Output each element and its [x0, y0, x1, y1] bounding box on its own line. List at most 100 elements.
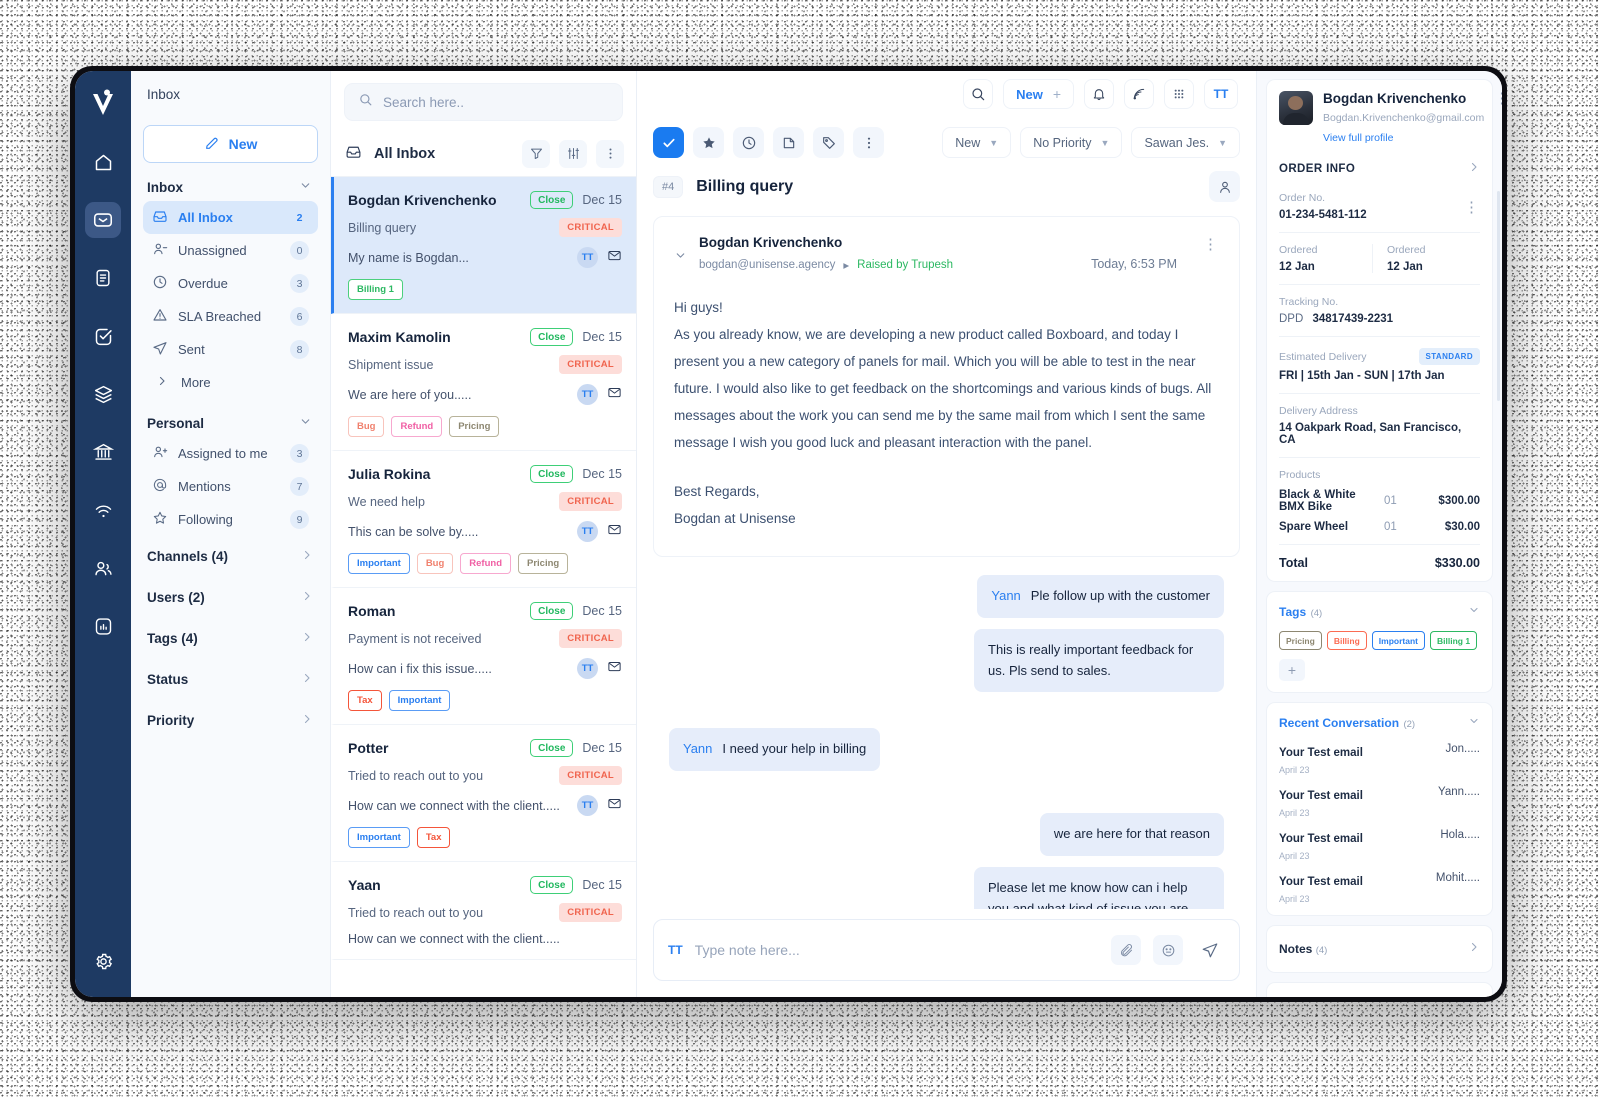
check-icon[interactable]: [653, 127, 684, 158]
sidebar-item-mail[interactable]: [85, 202, 121, 238]
sidebar-item-all-inbox[interactable]: All Inbox 2: [143, 201, 318, 234]
sidebar-item-documents[interactable]: [85, 260, 121, 296]
user-avatar[interactable]: TT: [1204, 79, 1238, 109]
tag-chip[interactable]: Billing 1: [1430, 631, 1478, 650]
conv-status-badge[interactable]: Close: [530, 191, 574, 209]
sidebar-section-priority[interactable]: Priority: [143, 700, 318, 741]
conv-tag[interactable]: Refund: [460, 553, 511, 574]
sidebar-section-users[interactable]: Users (2): [143, 577, 318, 618]
inbox-group-header[interactable]: Inbox: [143, 163, 318, 201]
send-icon[interactable]: [1195, 935, 1225, 965]
priority-select[interactable]: No Priority ▼: [1020, 127, 1123, 158]
conversation-list-item[interactable]: Julia Rokina Close Dec 15 We need help C…: [331, 451, 636, 588]
personal-group-header[interactable]: Personal: [143, 399, 318, 437]
conv-tag[interactable]: Important: [388, 690, 451, 711]
recent-conversation-header[interactable]: Recent Conversation (2): [1279, 714, 1480, 732]
conv-row-top: Potter Close Dec 15: [348, 739, 622, 757]
sidebar-item-overdue[interactable]: Overdue 3: [143, 267, 318, 300]
conv-tag[interactable]: Billing 1: [348, 279, 403, 300]
settings-gear-icon[interactable]: [85, 943, 121, 979]
tag-chip[interactable]: Pricing: [1279, 631, 1322, 650]
broadcast-icon[interactable]: [1124, 79, 1154, 109]
sidebar-item-contacts[interactable]: [85, 550, 121, 586]
header-new-button[interactable]: New +: [1003, 79, 1074, 109]
sidebar-item-following[interactable]: Following 9: [143, 503, 318, 536]
sidebar-item-billing[interactable]: [85, 434, 121, 470]
conversation-list-item[interactable]: Bogdan Krivenchenko Close Dec 15 Billing…: [331, 177, 636, 314]
sidebar-section-channels[interactable]: Channels (4): [143, 536, 318, 577]
search-icon[interactable]: [963, 79, 994, 109]
add-tag-button[interactable]: +: [1279, 659, 1305, 681]
recent-conversation-item[interactable]: Your Test email April 23 Yann.....: [1279, 786, 1480, 818]
view-full-profile-link[interactable]: View full profile: [1323, 132, 1484, 144]
recent-conversation-item[interactable]: Your Test email April 23 Mohit.....: [1279, 872, 1480, 904]
sidebar-item-assigned-to-me[interactable]: Assigned to me 3: [143, 437, 318, 470]
sidebar-item-sent[interactable]: Sent 8: [143, 333, 318, 366]
assignee-select[interactable]: Sawan Jes. ▼: [1131, 127, 1240, 158]
conv-tag[interactable]: Bug: [416, 553, 454, 574]
conversation-list-item[interactable]: Yaan Close Dec 15 Tried to reach out to …: [331, 862, 636, 960]
conv-tag[interactable]: Tax: [348, 690, 382, 711]
search-input[interactable]: [383, 94, 609, 110]
task-card[interactable]: Task (7): [1266, 982, 1493, 997]
sidebar-section-tags[interactable]: Tags (4): [143, 618, 318, 659]
bell-icon[interactable]: [1084, 79, 1114, 109]
sidebar-item-sla-breached[interactable]: SLA Breached 6: [143, 300, 318, 333]
conv-tag[interactable]: Pricing: [518, 553, 569, 574]
conv-tag[interactable]: Important: [348, 827, 410, 848]
attachment-icon[interactable]: [1111, 935, 1141, 965]
conversation-list-item[interactable]: Potter Close Dec 15 Tried to reach out t…: [331, 725, 636, 862]
note-input[interactable]: [694, 942, 1099, 958]
tag-chip[interactable]: Important: [1371, 631, 1425, 650]
sort-settings-icon[interactable]: [559, 139, 587, 168]
more-vertical-icon[interactable]: [853, 127, 884, 158]
sidebar-item-more[interactable]: More: [143, 366, 318, 399]
conv-tag[interactable]: Refund: [391, 416, 443, 437]
conversation-list-item[interactable]: Roman Close Dec 15 Payment is not receiv…: [331, 588, 636, 725]
tag-chip[interactable]: Billing: [1326, 631, 1367, 650]
conversation-list-item[interactable]: Maxim Kamolin Close Dec 15 Shipment issu…: [331, 314, 636, 451]
sidebar-item-tasks[interactable]: [85, 318, 121, 354]
conv-status-badge[interactable]: Close: [530, 739, 574, 757]
recent-conversation-item[interactable]: Your Test email April 23 Jon.....: [1279, 743, 1480, 775]
more-vertical-icon[interactable]: ⋮: [1464, 200, 1480, 215]
conv-status-badge[interactable]: Close: [530, 602, 574, 620]
search-box[interactable]: [344, 83, 623, 121]
order-info-header[interactable]: ORDER INFO: [1279, 160, 1480, 178]
tracking-block: Tracking No. DPD 34817439-2231: [1279, 296, 1480, 325]
status-select[interactable]: New ▼: [942, 127, 1012, 158]
scrollbar[interactable]: [1497, 191, 1500, 401]
conv-status-badge[interactable]: Close: [530, 328, 574, 346]
sidebar-item-layers[interactable]: [85, 376, 121, 412]
sidebar-item-home[interactable]: [85, 144, 121, 180]
conv-tag[interactable]: Tax: [416, 827, 451, 848]
apps-grid-icon[interactable]: [1164, 79, 1194, 109]
conv-tag[interactable]: Pricing: [449, 416, 500, 437]
folder-icon[interactable]: [773, 127, 804, 158]
more-vertical-icon[interactable]: ⋮: [1494, 91, 1502, 144]
sidebar-section-status[interactable]: Status: [143, 659, 318, 700]
clock-icon[interactable]: [733, 127, 764, 158]
sidebar-item-broadcast[interactable]: [85, 492, 121, 528]
more-vertical-icon[interactable]: ⋮: [1203, 237, 1219, 252]
note-composer[interactable]: TT: [653, 919, 1240, 981]
recent-conversation-item[interactable]: Your Test email April 23 Hola.....: [1279, 829, 1480, 861]
conv-tag[interactable]: Important: [348, 553, 410, 574]
sidebar-item-mentions[interactable]: Mentions 7: [143, 470, 318, 503]
conv-tag[interactable]: Bug: [348, 416, 385, 437]
sidebar-item-reports[interactable]: [85, 608, 121, 644]
conv-status-badge[interactable]: Close: [530, 465, 574, 483]
tag-icon[interactable]: [813, 127, 844, 158]
more-vertical-icon[interactable]: [596, 139, 624, 168]
conv-status-badge[interactable]: Close: [530, 876, 574, 894]
notes-card[interactable]: Notes (4): [1266, 925, 1493, 973]
new-conversation-button[interactable]: New: [143, 125, 318, 163]
collapse-chevron-icon[interactable]: [674, 249, 687, 267]
assign-user-icon[interactable]: [1209, 171, 1240, 202]
filter-icon[interactable]: [522, 139, 550, 168]
sidebar-item-unassigned[interactable]: Unassigned 0: [143, 234, 318, 267]
tags-header[interactable]: Tags (4): [1279, 603, 1480, 621]
notes-header[interactable]: Notes (4): [1279, 940, 1480, 958]
star-icon[interactable]: [693, 127, 724, 158]
emoji-icon[interactable]: [1153, 935, 1183, 965]
